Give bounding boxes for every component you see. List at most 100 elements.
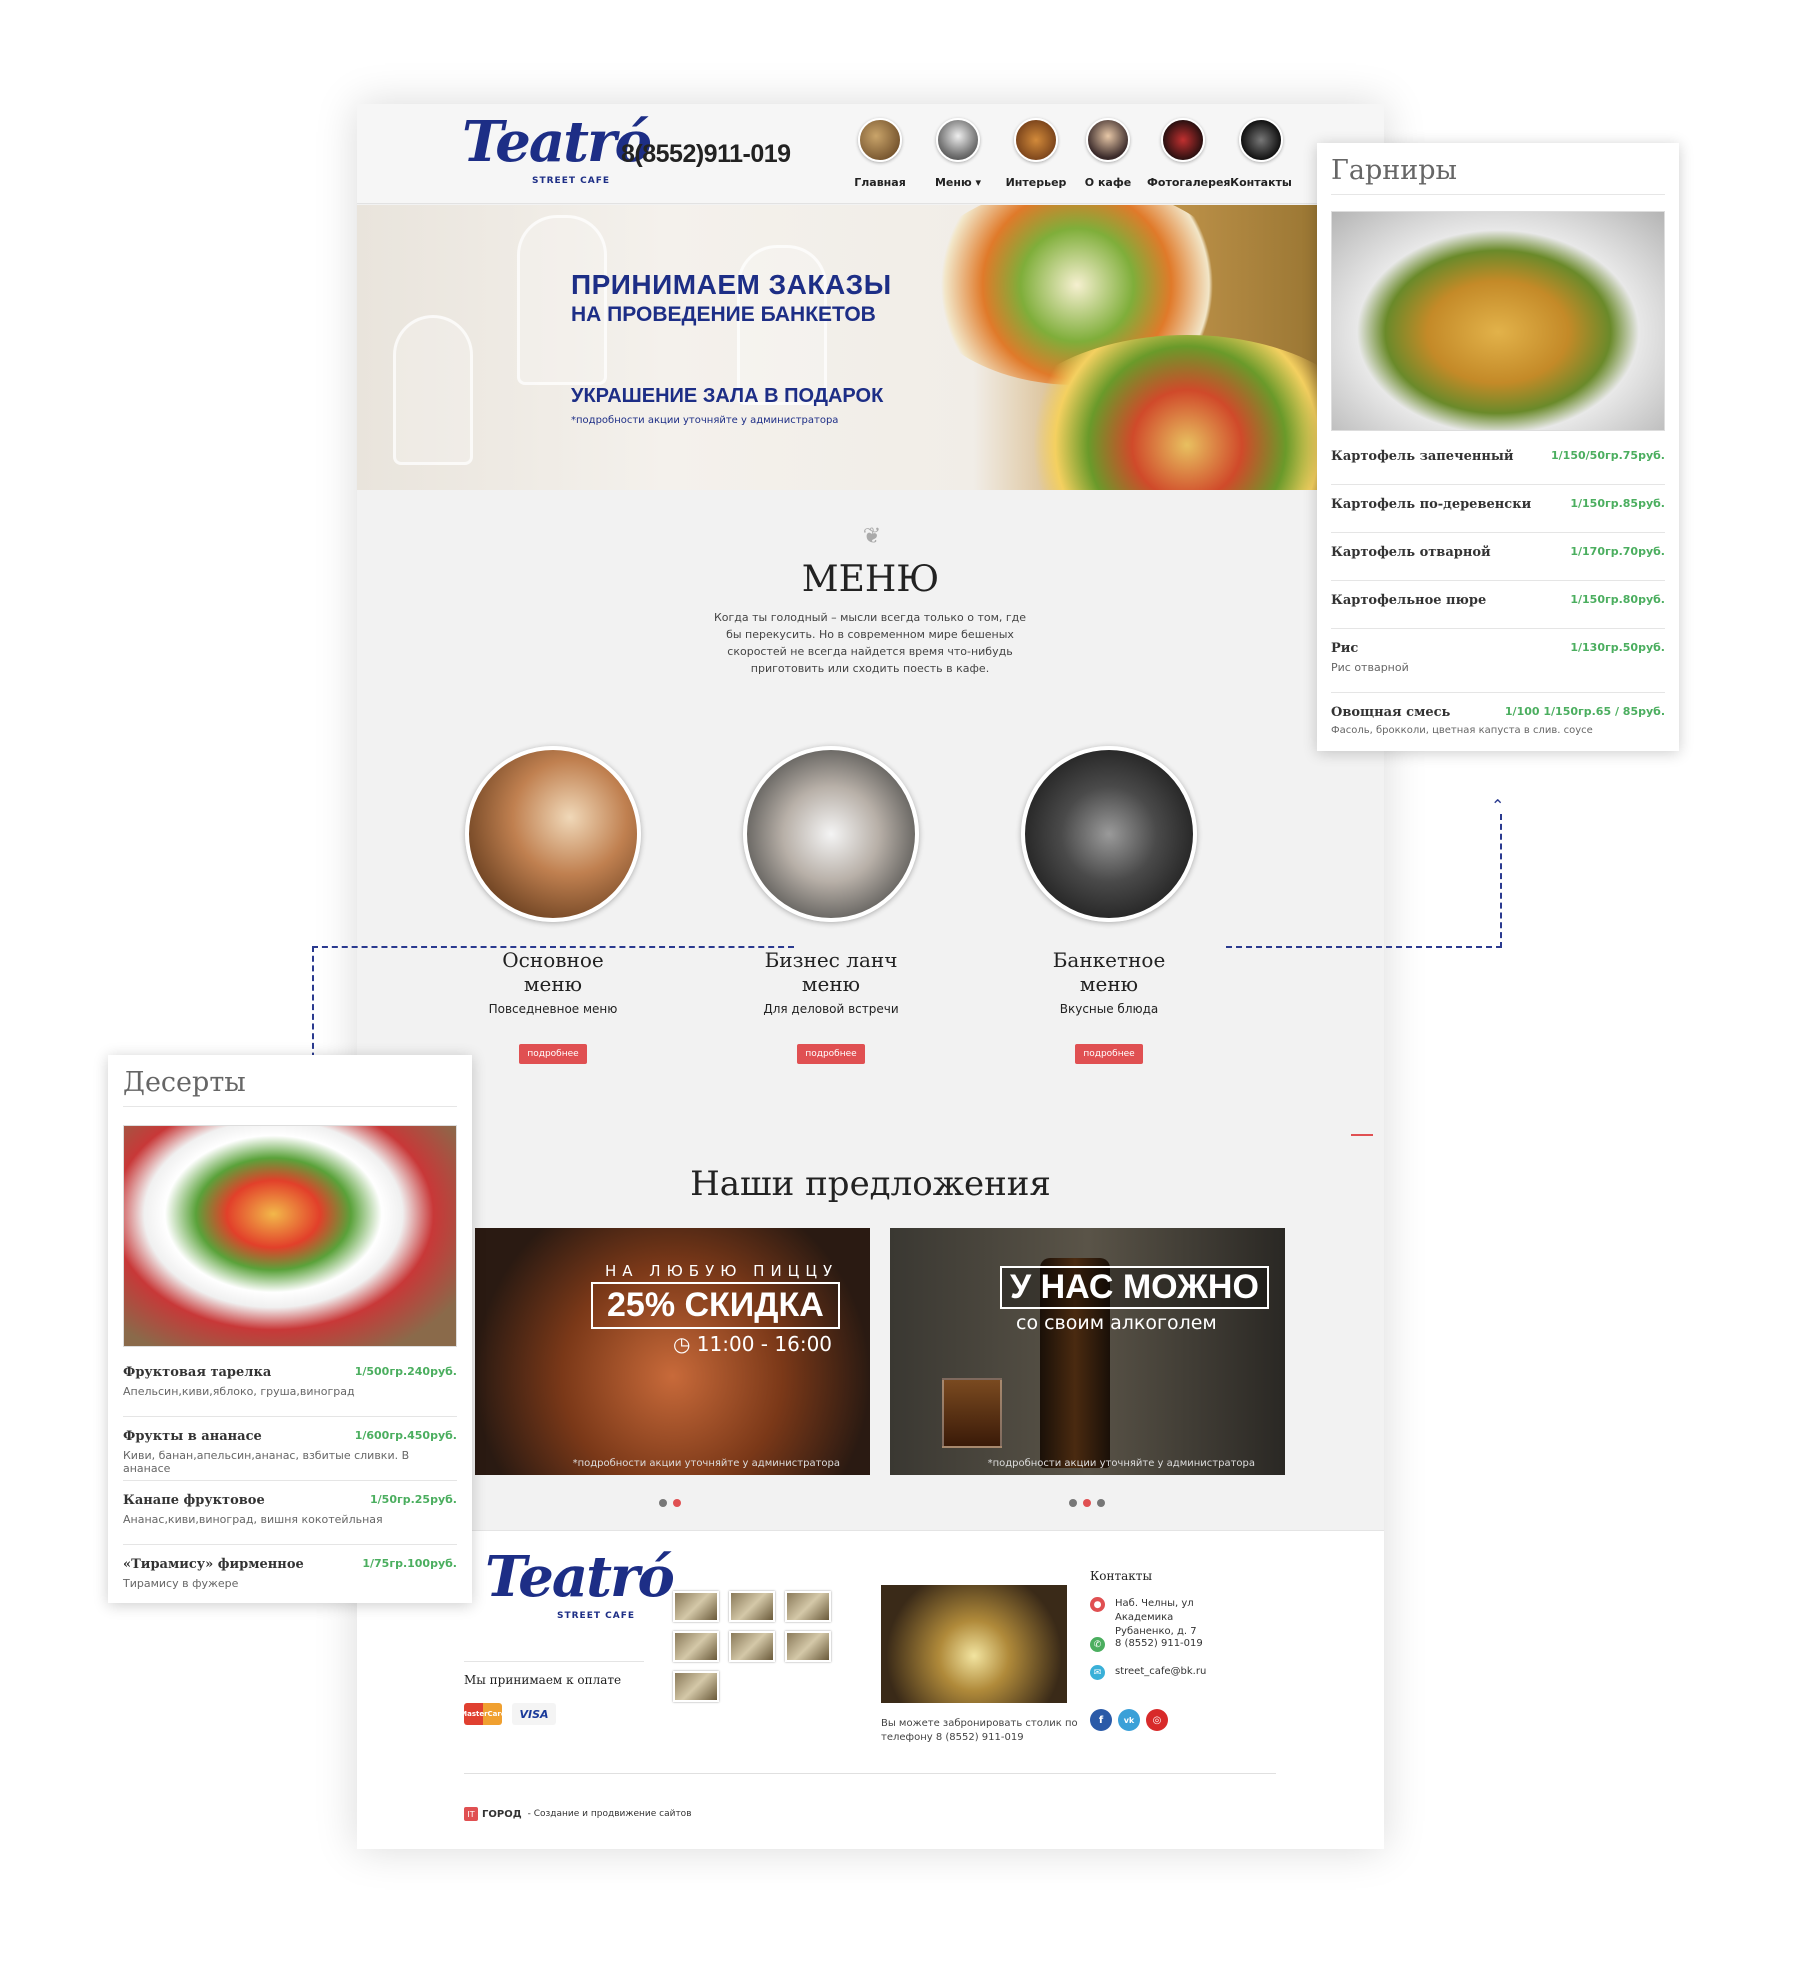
- interior-photo-icon: [1014, 118, 1058, 162]
- accent-line: [1351, 1134, 1373, 1136]
- alcohol-offer-slide[interactable]: У НАС МОЖНО со своим алкоголем *подробно…: [890, 1228, 1285, 1475]
- pizza-offer-slide[interactable]: НА ЛЮБУЮ ПИЦЦУ 25% СКИДКА ◷ 11:00 - 16:0…: [475, 1228, 870, 1475]
- carousel-dot[interactable]: [1097, 1499, 1105, 1507]
- fruit-salad-photo: [123, 1125, 457, 1347]
- location-pin-icon: ●: [1090, 1597, 1105, 1612]
- booking-text: Вы можете забронировать столик по телефо…: [881, 1718, 1078, 1743]
- menu-item[interactable]: Картофель запеченный 1/150/50гр.75руб.: [1331, 449, 1665, 485]
- banner-headline: ПРИНИМАЕМ ЗАКАЗЫ: [571, 269, 892, 300]
- menu-item[interactable]: Фрукты в ананасе 1/600гр.450руб. Киви, б…: [123, 1429, 457, 1481]
- banquet-photo[interactable]: [1021, 746, 1197, 922]
- contacts-photo-icon: [1239, 118, 1283, 162]
- pizza-time: ◷ 11:00 - 16:00: [673, 1332, 833, 1356]
- ornament-divider: ❦: [862, 524, 882, 549]
- website-mockup: Teatró STREET CAFE 8(8552)911-019 Главна…: [357, 104, 1384, 1849]
- category-banquet: Банкетное меню Вкусные блюда подробнее: [979, 746, 1239, 1064]
- gallery-thumbnail[interactable]: [673, 1631, 719, 1662]
- footer-logo[interactable]: Teatró STREET CAFE: [485, 1549, 675, 1621]
- more-button[interactable]: подробнее: [797, 1044, 865, 1064]
- offers-title: Наши предложения: [690, 1164, 1051, 1204]
- vk-icon[interactable]: vk: [1118, 1709, 1140, 1731]
- menu-description: Когда ты голодный – мысли всегда только …: [713, 611, 1027, 675]
- category-title: Банкетное меню: [1052, 948, 1166, 996]
- email-row[interactable]: ✉ street_cafe@bk.ru: [1090, 1665, 1206, 1680]
- pizza-discount: 25% СКИДКА: [591, 1282, 840, 1329]
- alcohol-note: *подробности акции уточняйте у администр…: [987, 1458, 1255, 1469]
- card-title: Гарниры: [1331, 155, 1665, 195]
- phone-icon: ✆: [1090, 1637, 1105, 1652]
- banner-gift-text: УКРАШЕНИЕ ЗАЛА В ПОДАРОК: [571, 385, 884, 407]
- footer-divider: [464, 1773, 1276, 1774]
- address-row: ● Наб. Челны, ул Академика Рубаненко, д.…: [1090, 1597, 1235, 1639]
- carousel-dot[interactable]: [1083, 1499, 1091, 1507]
- nav-about[interactable]: О кафе: [1072, 118, 1144, 189]
- potato-dish-photo: [1331, 211, 1665, 431]
- site-header: Teatró STREET CAFE 8(8552)911-019 Главна…: [357, 104, 1384, 204]
- banquet-banner[interactable]: ПРИНИМАЕМ ЗАКАЗЫ НА ПРОВЕДЕНИЕ БАНКЕТОВ …: [357, 205, 1384, 490]
- header-phone[interactable]: 8(8552)911-019: [621, 140, 791, 169]
- alcohol-offer-title: У НАС МОЖНО: [1000, 1266, 1269, 1309]
- gallery-thumbnail[interactable]: [673, 1591, 719, 1622]
- menu-item[interactable]: Фруктовая тарелка 1/500гр.240руб. Апельс…: [123, 1365, 457, 1417]
- gallery-thumbnail[interactable]: [673, 1671, 719, 1702]
- reserved-table-photo: [881, 1585, 1067, 1703]
- gallery-thumbnail[interactable]: [729, 1591, 775, 1622]
- banner-subheadline: НА ПРОВЕДЕНИЕ БАНКЕТОВ: [571, 303, 876, 326]
- alcohol-offer-sub: со своим алкоголем: [1016, 1312, 1217, 1334]
- whiskey-glass-image: [942, 1378, 1002, 1448]
- connector-line: [1500, 814, 1502, 948]
- nav-home[interactable]: Главная: [844, 118, 916, 189]
- more-button[interactable]: подробнее: [519, 1044, 587, 1064]
- card-title: Десерты: [123, 1067, 457, 1107]
- category-title: Основное меню: [502, 948, 604, 996]
- menu-item[interactable]: Картофель отварной 1/170гр.70руб.: [1331, 545, 1665, 581]
- nav-gallery[interactable]: Фотогалерея: [1147, 118, 1230, 189]
- category-subtitle: Для деловой встречи: [763, 1002, 899, 1016]
- category-title: Бизнес ланч меню: [764, 948, 898, 996]
- contacts-title: Контакты: [1090, 1569, 1152, 1583]
- divider: [464, 1661, 644, 1662]
- main-menu-photo[interactable]: [465, 746, 641, 922]
- nav-contacts[interactable]: Контакты: [1225, 118, 1297, 189]
- nav-interior[interactable]: Интерьер: [1000, 118, 1072, 189]
- menu-item[interactable]: Картофель по-деревенски 1/150гр.85руб.: [1331, 497, 1665, 533]
- carousel-dot[interactable]: [659, 1499, 667, 1507]
- home-photo-icon: [858, 118, 902, 162]
- facebook-icon[interactable]: f: [1090, 1709, 1112, 1731]
- connector-line: [312, 946, 794, 948]
- pizza-offer-top: НА ЛЮБУЮ ПИЦЦУ: [605, 1262, 839, 1280]
- developer-credit[interactable]: IT ГОРОД - Создание и продвижение сайтов: [464, 1807, 692, 1821]
- mastercard-icon: MasterCard: [460, 1703, 506, 1725]
- instagram-icon[interactable]: ◎: [1146, 1709, 1168, 1731]
- gallery-thumbnail[interactable]: [785, 1631, 831, 1662]
- carousel-dot[interactable]: [1069, 1499, 1077, 1507]
- garnish-menu-card: Гарниры Картофель запеченный 1/150/50гр.…: [1317, 143, 1679, 751]
- arrow-up-icon: ⌃: [1491, 796, 1505, 815]
- wine-glass-image: [393, 315, 473, 465]
- gallery-thumbnail[interactable]: [729, 1631, 775, 1662]
- more-button[interactable]: подробнее: [1075, 1044, 1143, 1064]
- payment-label: Мы принимаем к оплате: [464, 1673, 622, 1687]
- carousel-dots: [659, 1492, 687, 1511]
- phone-row[interactable]: ✆ 8 (8552) 911-019: [1090, 1637, 1203, 1652]
- menu-item[interactable]: Овощная смесь 1/100 1/150гр.65 / 85руб. …: [1331, 705, 1665, 745]
- it-gorod-logo-icon: IT: [464, 1807, 478, 1821]
- category-subtitle: Повседневное меню: [488, 1002, 618, 1016]
- category-business-lunch: Бизнес ланч меню Для деловой встречи подр…: [701, 746, 961, 1064]
- carousel-dot[interactable]: [673, 1499, 681, 1507]
- category-subtitle: Вкусные блюда: [1059, 1002, 1159, 1016]
- carousel-dots: [1069, 1492, 1111, 1511]
- menu-item[interactable]: Картофельное пюре 1/150гр.80руб.: [1331, 593, 1665, 629]
- visa-icon: VISA: [512, 1703, 556, 1725]
- about-photo-icon: [1086, 118, 1130, 162]
- pizza-note: *подробности акции уточняйте у администр…: [572, 1458, 840, 1469]
- menu-item[interactable]: Канапе фруктовое 1/50гр.25руб. Ананас,ки…: [123, 1493, 457, 1545]
- menu-title: МЕНЮ: [801, 559, 940, 600]
- gallery-photo-icon: [1161, 118, 1205, 162]
- gallery-thumbnail[interactable]: [785, 1591, 831, 1622]
- business-lunch-photo[interactable]: [743, 746, 919, 922]
- category-main-menu: Основное меню Повседневное меню подробнее: [423, 746, 683, 1064]
- menu-item[interactable]: «Тирамису» фирменное 1/75гр.100руб. Тира…: [123, 1557, 457, 1597]
- nav-menu[interactable]: Меню ▾: [922, 118, 994, 189]
- menu-item[interactable]: Рис 1/130гр.50руб. Рис отварной: [1331, 641, 1665, 693]
